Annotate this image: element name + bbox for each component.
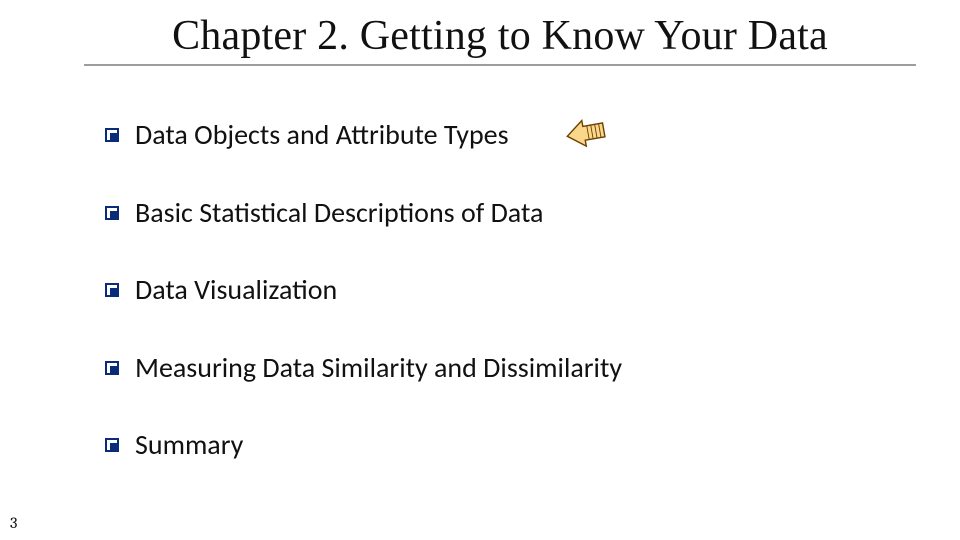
- list-item: Data Visualization: [105, 273, 845, 307]
- title-underline: [84, 64, 916, 66]
- left-block-arrow-icon: [564, 116, 608, 155]
- bullet-text: Measuring Data Similarity and Dissimilar…: [135, 351, 622, 385]
- bullet-text: Data Objects and Attribute Types: [135, 118, 509, 152]
- bullet-text: Data Visualization: [135, 273, 337, 307]
- list-item: Basic Statistical Descriptions of Data: [105, 196, 845, 230]
- list-item: Measuring Data Similarity and Dissimilar…: [105, 351, 845, 385]
- square-bullet-icon: [105, 206, 119, 220]
- list-item: Data Objects and Attribute Types: [105, 118, 845, 152]
- bullet-list: Data Objects and Attribute Types Basic S…: [105, 118, 845, 462]
- square-bullet-icon: [105, 438, 119, 452]
- bullet-text: Basic Statistical Descriptions of Data: [135, 196, 543, 230]
- slide-title: Chapter 2. Getting to Know Your Data: [80, 12, 920, 64]
- bullet-text: Summary: [135, 428, 243, 462]
- square-bullet-icon: [105, 361, 119, 375]
- list-item: Summary: [105, 428, 845, 462]
- page-number: 3: [10, 514, 17, 532]
- slide: Chapter 2. Getting to Know Your Data Dat…: [0, 0, 960, 540]
- square-bullet-icon: [105, 283, 119, 297]
- title-block: Chapter 2. Getting to Know Your Data: [80, 12, 920, 66]
- square-bullet-icon: [105, 128, 119, 142]
